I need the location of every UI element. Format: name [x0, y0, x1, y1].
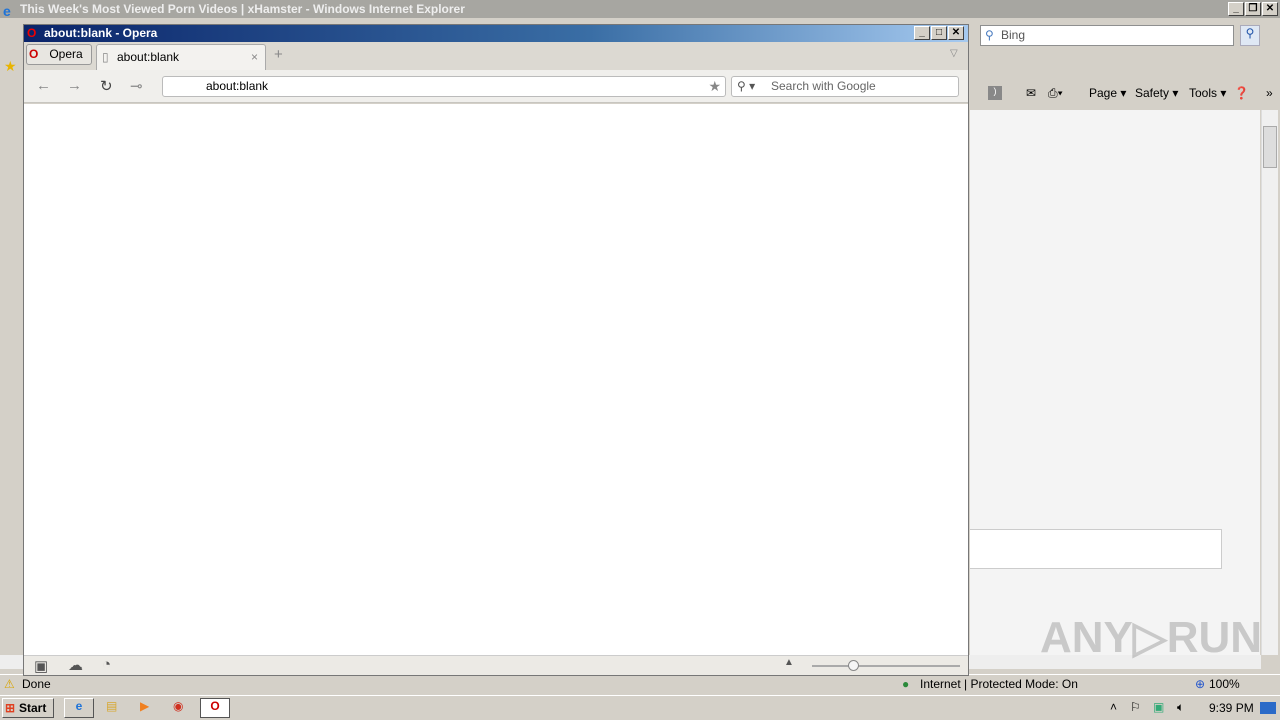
- forward-icon[interactable]: →: [67, 77, 82, 94]
- reload-icon[interactable]: ↻: [100, 77, 113, 95]
- volume-icon[interactable]: 🔈︎: [1177, 700, 1184, 715]
- page-icon: ▯: [102, 50, 109, 64]
- ie-page-content: [970, 110, 1260, 655]
- ie-status-bar: ⚠ Done ● Internet | Protected Mode: On ⊕…: [0, 674, 1280, 694]
- opera-page-content: [24, 104, 968, 655]
- new-tab-icon[interactable]: +: [274, 46, 283, 63]
- warning-icon: ⚠: [4, 677, 15, 691]
- key-icon[interactable]: ⊸: [130, 77, 143, 95]
- zone-text: Internet | Protected Mode: On: [920, 677, 1078, 691]
- opera-unite-cloud-icon[interactable]: ☁: [68, 656, 83, 674]
- opera-menu-label: Opera: [49, 47, 83, 61]
- ie-title-bar: e This Week's Most Viewed Porn Videos | x…: [0, 0, 1280, 19]
- rss-feed-icon[interactable]: ): [988, 86, 1002, 100]
- opera-logo-icon: O: [27, 26, 37, 40]
- ie-left-toolbar: ★: [0, 18, 24, 110]
- ie-title: This Week's Most Viewed Porn Videos | xH…: [20, 2, 465, 16]
- action-center-flag-icon[interactable]: ⚐: [1130, 700, 1141, 714]
- opera-navigation-bar: ← → ↻ ⊸ about:blank ★ ⚲ ▾ Search with Goog…: [24, 70, 968, 103]
- watermark-logo: ANY▷RUN: [1040, 613, 1263, 662]
- tab-menu-chevron-icon[interactable]: ▽: [950, 48, 958, 59]
- opera-tab-bar: O Opera ▯ about:blank × + ▽: [24, 42, 968, 71]
- taskbar-explorer-icon[interactable]: ▤: [106, 699, 117, 713]
- clock[interactable]: 9:39 PM: [1209, 701, 1254, 715]
- ie-minimize-button[interactable]: _: [1228, 2, 1244, 16]
- tray-expand-icon[interactable]: ˄: [1110, 700, 1117, 714]
- taskbar-opera-icon[interactable]: O: [200, 698, 230, 718]
- opera-minimize-button[interactable]: _: [914, 26, 930, 40]
- status-text: Done: [22, 677, 51, 691]
- ie-restore-button[interactable]: ❐: [1245, 2, 1261, 16]
- opera-maximize-button[interactable]: □: [931, 26, 947, 40]
- ie-page-box: [970, 529, 1222, 569]
- safety-menu[interactable]: Safety ▾: [1135, 86, 1178, 100]
- ie-vertical-scrollbar[interactable]: [1261, 110, 1278, 655]
- view-menu-icon[interactable]: ▲: [784, 657, 794, 668]
- network-icon[interactable]: ▣: [1153, 700, 1164, 714]
- taskbar-media-player-icon[interactable]: ▶: [140, 699, 149, 713]
- zoom-slider-handle[interactable]: [848, 660, 859, 671]
- tools-menu[interactable]: Tools ▾: [1189, 86, 1226, 100]
- opera-close-button[interactable]: ✕: [948, 26, 964, 40]
- search-placeholder: Bing: [1001, 28, 1026, 42]
- address-value: about:blank: [206, 79, 269, 93]
- bookmark-star-icon[interactable]: ★: [708, 77, 721, 96]
- start-label: Start: [19, 701, 47, 715]
- opera-window: Oabout:blank - Opera _ □ ✕ O Opera ▯ about…: [23, 24, 969, 676]
- panel-toggle-icon[interactable]: ▣: [34, 657, 48, 675]
- search-with-google-input[interactable]: ⚲ ▾ Search with Google: [731, 76, 959, 97]
- address-input[interactable]: about:blank ★: [162, 76, 726, 97]
- tab-label: about:blank: [117, 50, 180, 64]
- page-menu[interactable]: Page ▾: [1089, 86, 1126, 100]
- windows-logo-icon: ⊞: [5, 701, 16, 715]
- print-icon[interactable]: ⎙▾: [1048, 86, 1063, 101]
- favorites-star-icon[interactable]: ★: [4, 58, 17, 75]
- opera-logo-icon: O: [29, 47, 39, 61]
- back-icon[interactable]: ←: [36, 77, 51, 94]
- show-desktop-button[interactable]: [1260, 702, 1276, 714]
- ie-search-button[interactable]: ⚲: [1240, 25, 1260, 46]
- taskbar-ie-icon[interactable]: e: [64, 698, 94, 718]
- taskbar-chrome-icon[interactable]: ◉: [173, 699, 183, 713]
- tab-about-blank[interactable]: ▯ about:blank ×: [96, 44, 266, 71]
- search-placeholder: Search with Google: [771, 79, 876, 93]
- help-icon[interactable]: ❓: [1234, 86, 1249, 100]
- mail-icon[interactable]: ✉: [1026, 86, 1036, 100]
- start-button[interactable]: ⊞ Start: [2, 698, 54, 718]
- opera-title-bar: Oabout:blank - Opera _ □ ✕: [24, 25, 968, 42]
- opera-menu-button[interactable]: O Opera: [26, 44, 92, 65]
- opera-status-bar: ▣ ☁ ◔ ▲: [24, 655, 968, 675]
- zoom-icon: ⊕: [1195, 677, 1206, 691]
- search-icon: ⚲: [985, 28, 994, 42]
- opera-turbo-icon[interactable]: ◔: [102, 656, 111, 673]
- zoom-level[interactable]: 100%: [1209, 675, 1240, 694]
- zoom-slider[interactable]: [812, 660, 960, 671]
- taskbar: ⊞ Start e ▤ ▶ ◉ O ˄ ⚐ ▣ 🔈︎ 9:39 PM: [0, 695, 1280, 720]
- scroll-thumb[interactable]: [1263, 126, 1277, 168]
- chevron-more-icon[interactable]: »: [1266, 86, 1273, 100]
- globe-icon: ●: [902, 677, 910, 691]
- ie-search-input[interactable]: ⚲ Bing: [980, 25, 1234, 46]
- ie-close-button[interactable]: ✕: [1262, 2, 1278, 16]
- close-tab-icon[interactable]: ×: [251, 45, 258, 70]
- search-icon: ⚲ ▾: [737, 79, 756, 93]
- opera-title: about:blank - Opera: [44, 26, 158, 40]
